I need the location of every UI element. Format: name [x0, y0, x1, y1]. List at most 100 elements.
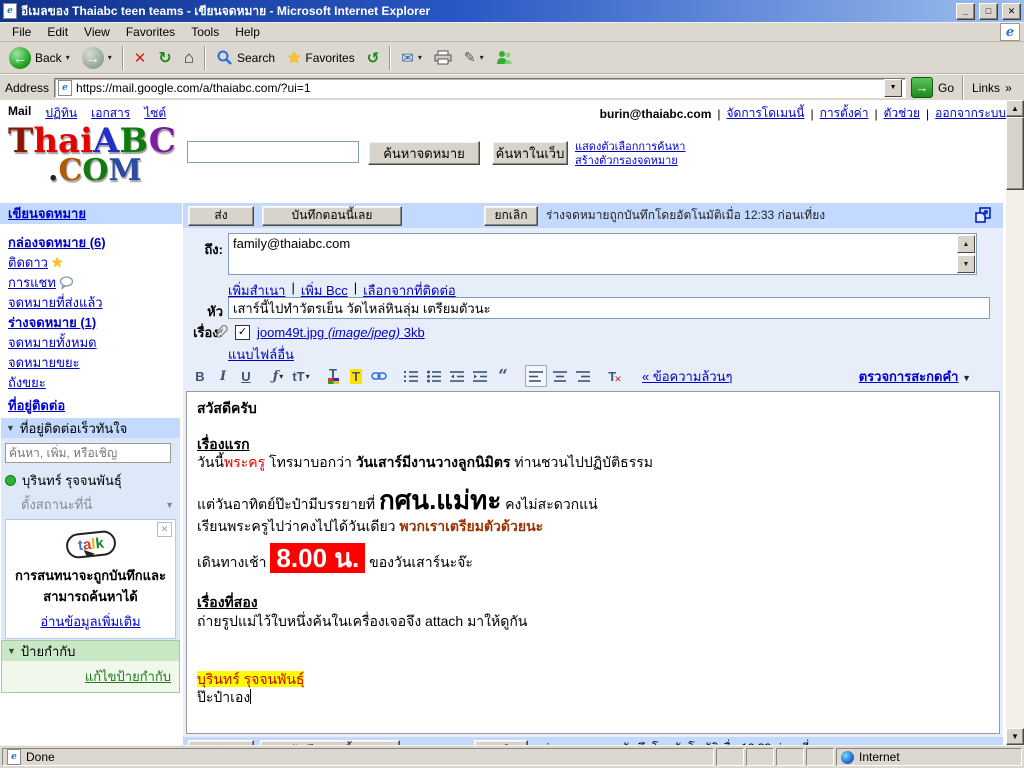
- underline-button[interactable]: U: [236, 366, 256, 386]
- highlight-button[interactable]: T: [346, 366, 366, 386]
- menu-favorites[interactable]: Favorites: [118, 23, 183, 41]
- search-web-button[interactable]: ค้นหาในเว็บ: [492, 141, 568, 165]
- search-options-link[interactable]: แสดงตัวเลือกการค้นหา: [575, 140, 685, 154]
- address-dropdown-icon[interactable]: ▼: [884, 79, 902, 97]
- menu-tools[interactable]: Tools: [183, 23, 227, 41]
- edit-labels-link[interactable]: แก้ไขป้ายกำกับ: [85, 669, 171, 684]
- refresh-button[interactable]: ↻: [153, 44, 176, 72]
- scroll-down-icon[interactable]: ▼: [957, 255, 975, 273]
- manage-domain-link[interactable]: จัดการโดเมนนี้: [727, 104, 805, 123]
- maximize-button[interactable]: □: [979, 3, 998, 20]
- align-center-button[interactable]: [550, 366, 570, 386]
- scroll-up-icon[interactable]: ▲: [1006, 100, 1024, 117]
- signout-link[interactable]: ออกจากระบบ: [935, 104, 1006, 123]
- spell-dropdown-icon[interactable]: ▼: [962, 373, 971, 383]
- contact-search-input[interactable]: [5, 443, 171, 463]
- align-right-button[interactable]: [573, 366, 593, 386]
- indent-button[interactable]: [470, 366, 490, 386]
- page-scrollbar[interactable]: ▲ ▼: [1006, 100, 1024, 745]
- outdent-button[interactable]: [447, 366, 467, 386]
- italic-button[interactable]: I: [213, 366, 233, 386]
- collapse-icon[interactable]: ▼: [6, 423, 15, 433]
- collapse-icon[interactable]: ▼: [7, 646, 16, 656]
- set-status-hint[interactable]: ตั้งสถานะที่นี่: [21, 494, 92, 515]
- sidebar-item-starred[interactable]: ติดดาว: [8, 252, 48, 273]
- menu-edit[interactable]: Edit: [39, 23, 76, 41]
- sidebar-item-sent[interactable]: จดหมายที่ส่งแล้ว: [8, 292, 103, 313]
- sidebar-item-allmail[interactable]: จดหมายทั้งหมด: [8, 332, 97, 353]
- bullet-list-button[interactable]: [424, 366, 444, 386]
- search-mail-button[interactable]: ค้นหาจดหมาย: [368, 141, 480, 165]
- numbered-list-button[interactable]: [401, 366, 421, 386]
- sidebar-item-drafts[interactable]: ร่างจดหมาย (1): [8, 312, 96, 333]
- contact-name[interactable]: บุรินทร์ รุจจนพันธุ์: [22, 470, 122, 491]
- remove-formatting-button[interactable]: T✕: [605, 366, 625, 386]
- plain-text-link[interactable]: « ข้อความล้วนๆ: [642, 366, 733, 387]
- scrollbar-thumb[interactable]: [1006, 117, 1024, 190]
- edit-button[interactable]: ✎ ▾: [459, 44, 489, 72]
- search-button[interactable]: Search: [211, 44, 280, 72]
- create-filter-link[interactable]: สร้างตัวกรองจดหมาย: [575, 154, 685, 168]
- message-body-editor[interactable]: สวัสดีครับ เรื่องแรก วันนี้พระครู โทรมาบ…: [186, 391, 1000, 734]
- save-now-button[interactable]: บันทึกตอนนี้เลย: [262, 206, 402, 226]
- blockquote-button[interactable]: “: [493, 366, 513, 386]
- compose-mail-link[interactable]: เขียนจดหมาย: [8, 203, 86, 224]
- learn-more-link[interactable]: อ่านข้อมูลเพิ่มเติม: [40, 614, 140, 629]
- history-button[interactable]: ↺: [362, 44, 385, 72]
- sidebar-item-inbox[interactable]: กล่องจดหมาย (6): [8, 232, 106, 253]
- home-button[interactable]: ⌂: [179, 44, 199, 72]
- messenger-button[interactable]: [491, 44, 517, 72]
- minimize-button[interactable]: _: [956, 3, 975, 20]
- forward-button[interactable]: → ▾: [77, 44, 117, 72]
- address-input[interactable]: e https://mail.google.com/a/thaiabc.com/…: [54, 78, 906, 98]
- attach-another-link[interactable]: แนบไฟล์อื่น: [228, 347, 294, 362]
- stop-button[interactable]: ✕: [129, 44, 152, 72]
- mail-button[interactable]: ✉ ▾: [396, 44, 427, 72]
- close-button[interactable]: ✕: [1002, 3, 1021, 20]
- help-link[interactable]: ตัวช่วย: [884, 104, 920, 123]
- links-chevron-icon[interactable]: »: [1005, 81, 1012, 95]
- logo-letter: C: [149, 121, 176, 161]
- insert-link-button[interactable]: [369, 366, 389, 386]
- forward-dropdown-icon[interactable]: ▾: [108, 53, 112, 62]
- to-field[interactable]: family@thaiabc.com ▲ ▼: [228, 233, 977, 275]
- contacts-link[interactable]: ที่อยู่ติดต่อ: [8, 398, 65, 413]
- send-button[interactable]: ส่ง: [188, 206, 254, 226]
- menu-help[interactable]: Help: [227, 23, 268, 41]
- title-bar: e อีเมลของ Thaiabc teen teams - เขียนจดห…: [0, 0, 1024, 22]
- back-dropdown-icon[interactable]: ▾: [66, 53, 70, 62]
- close-icon[interactable]: ✕: [157, 522, 172, 537]
- font-button[interactable]: ƒ▾: [268, 366, 288, 386]
- scroll-down-icon[interactable]: ▼: [1006, 728, 1024, 745]
- attachment-link[interactable]: joom49t.jpg (image/jpeg) 3kb: [257, 325, 425, 340]
- align-left-button[interactable]: [525, 365, 547, 387]
- back-button[interactable]: ← Back ▾: [4, 44, 75, 72]
- menu-file[interactable]: File: [4, 23, 39, 41]
- settings-link[interactable]: การตั้งค่า: [820, 104, 869, 123]
- font-size-button[interactable]: tT▾: [291, 366, 311, 386]
- print-button[interactable]: [429, 44, 457, 72]
- go-arrow-icon[interactable]: →: [911, 77, 933, 98]
- attachment-checkbox[interactable]: ✓: [235, 325, 250, 340]
- subject-input[interactable]: [228, 297, 990, 319]
- to-field-scrollbar[interactable]: ▲ ▼: [957, 234, 976, 274]
- menu-view[interactable]: View: [76, 23, 118, 41]
- mail-dropdown-icon[interactable]: ▾: [418, 53, 422, 62]
- popout-icon[interactable]: [975, 207, 991, 223]
- discard-button[interactable]: ยกเลิก: [484, 206, 538, 226]
- sidebar-item-trash[interactable]: ถังขยะ: [8, 372, 46, 393]
- bold-button[interactable]: B: [190, 366, 210, 386]
- to-value[interactable]: family@thaiabc.com: [233, 236, 350, 251]
- sidebar-item-spam[interactable]: จดหมายขยะ: [8, 352, 80, 373]
- url-text[interactable]: https://mail.google.com/a/thaiabc.com/?u…: [76, 81, 880, 95]
- favorites-button[interactable]: ★ Favorites: [282, 44, 360, 72]
- spell-check-link[interactable]: ตรวจการสะกดคำ ▼: [859, 366, 971, 387]
- go-label[interactable]: Go: [938, 81, 954, 95]
- sidebar-item-chats[interactable]: การแชท: [8, 272, 56, 293]
- links-label[interactable]: Links: [972, 81, 1000, 95]
- status-dropdown-icon[interactable]: ▼: [165, 500, 174, 510]
- mail-search-input[interactable]: [187, 141, 359, 163]
- text-color-button[interactable]: T: [323, 366, 343, 386]
- edit-dropdown-icon[interactable]: ▾: [480, 53, 484, 62]
- scroll-up-icon[interactable]: ▲: [957, 235, 975, 253]
